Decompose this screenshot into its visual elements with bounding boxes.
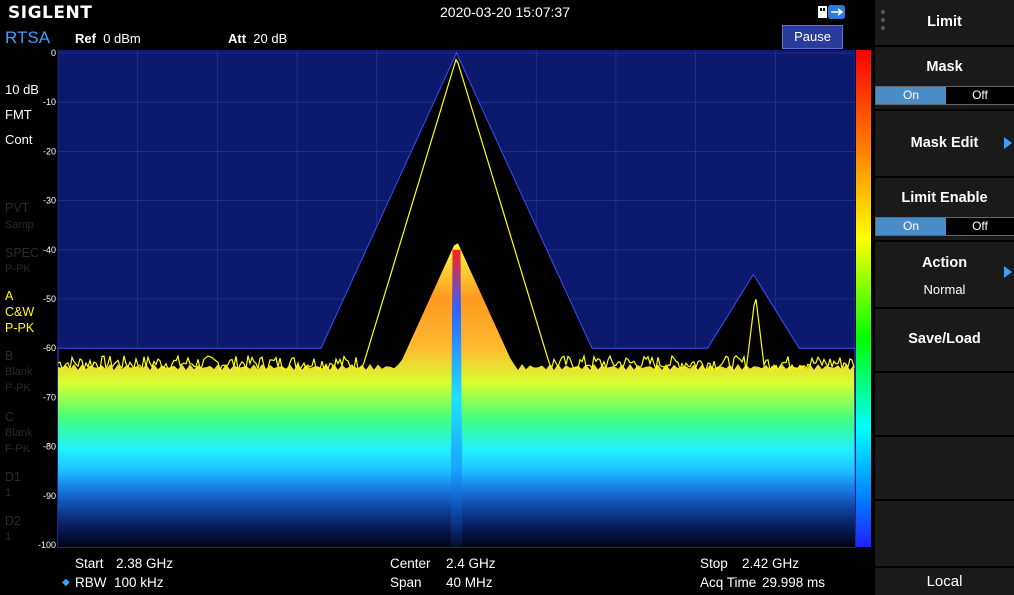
- trace-b-detector: P-PK: [5, 382, 31, 394]
- span-value[interactable]: 40 MHz: [446, 575, 493, 590]
- usb-icon: [818, 5, 845, 19]
- center-freq[interactable]: 2.4 GHz: [446, 556, 496, 571]
- action-label: Action: [921, 255, 968, 271]
- limit-enable-label: Limit Enable: [901, 190, 988, 206]
- local-button[interactable]: Local: [875, 568, 1014, 595]
- spec-label[interactable]: SPEC: [5, 245, 39, 261]
- y-tick-label: 0: [51, 48, 56, 58]
- trace-b-mode: Blank: [5, 366, 33, 378]
- pvt-label[interactable]: PVT: [5, 200, 29, 216]
- pause-button[interactable]: Pause: [782, 25, 843, 49]
- limit-menu-header: Limit: [875, 0, 1014, 45]
- mask-edit-softkey[interactable]: Mask Edit: [875, 111, 1014, 176]
- start-freq[interactable]: 2.38 GHz: [116, 556, 173, 571]
- attenuation[interactable]: Att 20 dB: [228, 31, 287, 46]
- trace-c-detector: F-PK: [5, 443, 31, 455]
- y-tick-label: -30: [43, 196, 56, 206]
- fmt-label: FMT: [5, 107, 32, 122]
- rbw-label: RBW: [75, 575, 107, 590]
- empty-softkey-1[interactable]: [875, 373, 1014, 435]
- trace-a-label[interactable]: A: [5, 288, 13, 304]
- stop-label: Stop: [700, 556, 728, 571]
- limit-on-option[interactable]: On: [876, 218, 946, 235]
- start-label: Start: [75, 556, 104, 571]
- y-tick-label: -40: [43, 245, 56, 255]
- mask-softkey[interactable]: Mask On Off: [875, 47, 1014, 109]
- bottom-info-bar: Start 2.38 GHz ◆ RBW 100 kHz Center 2.4 …: [0, 550, 873, 595]
- submenu-arrow-icon: [1004, 266, 1012, 278]
- y-tick-label: -100: [38, 540, 56, 550]
- mode-label: RTSA: [5, 28, 51, 47]
- span-label: Span: [390, 575, 422, 590]
- limit-title: Limit: [927, 14, 962, 30]
- limit-enable-toggle[interactable]: On Off: [875, 217, 1014, 236]
- trace-b-label[interactable]: B: [5, 348, 13, 364]
- center-label: Center: [390, 556, 431, 571]
- trace-c-mode: Blank: [5, 427, 33, 439]
- stop-freq[interactable]: 2.42 GHz: [742, 556, 799, 571]
- empty-softkey-3[interactable]: [875, 501, 1014, 566]
- top-status-bar: SIGLENT 2020-03-20 15:07:37: [0, 0, 873, 24]
- ref-level[interactable]: Ref 0 dBm: [75, 31, 141, 46]
- d2-label[interactable]: D2: [5, 513, 21, 529]
- mask-on-option[interactable]: On: [876, 87, 946, 104]
- brand-logo: SIGLENT: [8, 3, 93, 23]
- measurement-info-bar: RTSA Ref 0 dBm Att 20 dB Pause: [0, 24, 873, 50]
- d1-label[interactable]: D1: [5, 469, 21, 485]
- rbw-value[interactable]: 100 kHz: [114, 575, 164, 590]
- y-tick-label: -90: [43, 491, 56, 501]
- acq-time-value[interactable]: 29.998 ms: [762, 575, 825, 590]
- y-tick-label: -70: [43, 392, 56, 402]
- trace-a-mode: C&W: [5, 305, 35, 319]
- save-load-label: Save/Load: [908, 331, 981, 347]
- empty-softkey-2[interactable]: [875, 437, 1014, 499]
- spec-sub: P-PK: [5, 263, 31, 275]
- scale-per-div[interactable]: 10 dB: [5, 82, 39, 98]
- softkey-panel: Limit Mask On Off Mask Edit Limit Enable…: [873, 0, 1014, 595]
- y-tick-label: -10: [43, 97, 56, 107]
- limit-enable-softkey[interactable]: Limit Enable On Off: [875, 178, 1014, 240]
- limit-off-option[interactable]: Off: [946, 218, 1014, 235]
- ref-value: 0 dBm: [103, 31, 141, 46]
- y-tick-label: -60: [43, 343, 56, 353]
- action-value: Normal: [923, 282, 966, 297]
- acq-time-label: Acq Time: [700, 575, 757, 590]
- ref-label: Ref: [75, 31, 96, 46]
- action-softkey[interactable]: Action Normal: [875, 242, 1014, 307]
- att-value: 20 dB: [253, 31, 288, 46]
- mask-edit-label: Mask Edit: [910, 135, 979, 151]
- y-tick-label: -80: [43, 442, 56, 452]
- trace-a-detector: P-PK: [5, 321, 35, 335]
- save-load-softkey[interactable]: Save/Load: [875, 309, 1014, 371]
- density-color-scale: [856, 50, 871, 547]
- submenu-arrow-icon: [1004, 137, 1012, 149]
- sweep-mode: Cont: [5, 132, 33, 147]
- mask-off-option[interactable]: Off: [946, 87, 1014, 104]
- y-tick-label: -20: [43, 146, 56, 156]
- d1-sub: 1: [5, 487, 12, 499]
- att-label: Att: [228, 31, 247, 46]
- mask-toggle[interactable]: On Off: [875, 86, 1014, 105]
- mask-label: Mask: [926, 59, 963, 75]
- rbw-diamond-icon: ◆: [62, 577, 70, 588]
- datetime: 2020-03-20 15:07:37: [440, 4, 570, 20]
- bottom-fade: [58, 470, 855, 547]
- d2-sub: 1: [5, 531, 12, 543]
- trace-c-label[interactable]: C: [5, 409, 14, 425]
- y-tick-label: -50: [43, 294, 56, 304]
- pvt-sub: Samp: [5, 219, 34, 231]
- spectrum-plot[interactable]: 0 -10 -20 -30 -40 -50 -60 -70 -80 -90 -100: [38, 48, 856, 550]
